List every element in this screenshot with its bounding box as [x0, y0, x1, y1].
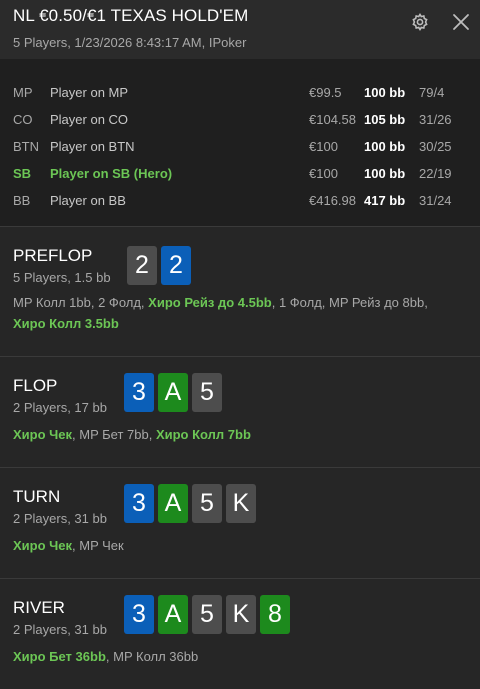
playing-card: A	[158, 484, 188, 523]
hero-action: Хиро Чек	[13, 538, 73, 553]
player-position: SB	[13, 166, 32, 181]
player-stack: €100	[309, 166, 338, 181]
street-info: 2 Players, 31 bb	[13, 622, 107, 637]
player-stack-bb: 105 bb	[364, 112, 406, 127]
player-stats: 31/26	[419, 112, 452, 127]
player-position: CO	[13, 112, 33, 127]
opponent-action: , MP Чек	[72, 538, 124, 553]
playing-card: 8	[260, 595, 290, 634]
player-stats: 30/25	[419, 139, 452, 154]
playing-card: 2	[161, 246, 191, 285]
gear-icon[interactable]	[410, 12, 430, 32]
player-stack: €100	[309, 139, 338, 154]
player-name: Player on SB (Hero)	[50, 166, 173, 181]
player-stats: 79/4	[419, 85, 445, 100]
playing-card: A	[158, 373, 188, 412]
opponent-action: , MP Бет 7bb,	[72, 427, 156, 442]
hero-action: Хиро Рейз до 4.5bb	[148, 295, 272, 310]
playing-card: 5	[192, 484, 222, 523]
street-name: PREFLOP	[13, 246, 93, 265]
street-actions: MP Колл 1bb, 2 Фолд, Хиро Рейз до 4.5bb,…	[13, 292, 473, 334]
player-stack: €416.98	[309, 193, 356, 208]
street-info: 5 Players, 1.5 bb	[13, 270, 111, 285]
player-stats: 22/19	[419, 166, 452, 181]
player-stack-bb: 417 bb	[364, 193, 406, 208]
street-actions: Хиро Чек, MP Чек	[13, 535, 473, 556]
player-row[interactable]: MP Player on MP €99.5 100 bb 79/4	[0, 85, 480, 105]
board-cards: 3A5K8	[124, 595, 290, 634]
street-flop: FLOP 2 Players, 17 bb 3A5 Хиро Чек, MP Б…	[0, 357, 480, 467]
playing-card: 5	[192, 373, 222, 412]
playing-card: 5	[192, 595, 222, 634]
playing-card: 3	[124, 484, 154, 523]
hand-title: NL €0.50/€1 TEXAS HOLD'EM	[13, 6, 249, 25]
street-name: FLOP	[13, 376, 58, 395]
player-stack-bb: 100 bb	[364, 139, 406, 154]
player-position: BTN	[13, 139, 39, 154]
opponent-action: , MP Колл 36bb	[105, 649, 199, 664]
player-name: Player on CO	[50, 112, 129, 127]
street-actions: Хиро Чек, MP Бет 7bb, Хиро Колл 7bb	[13, 424, 473, 445]
board-cards: 3A5K	[124, 484, 256, 523]
player-row[interactable]: CO Player on CO €104.58 105 bb 31/26	[0, 112, 480, 132]
street-info: 2 Players, 17 bb	[13, 400, 107, 415]
opponent-action: 2 Фолд,	[98, 295, 149, 310]
street-turn: TURN 2 Players, 31 bb 3A5K Хиро Чек, MP …	[0, 468, 480, 578]
hero-action: Хиро Колл 3.5bb	[13, 316, 119, 331]
opponent-action: MP Рейз до 8bb,	[329, 295, 428, 310]
playing-card: 3	[124, 595, 154, 634]
playing-card: 2	[127, 246, 157, 285]
close-icon[interactable]	[450, 11, 472, 33]
street-name: TURN	[13, 487, 61, 506]
player-stack: €104.58	[309, 112, 356, 127]
player-name: Player on MP	[50, 85, 129, 100]
player-name: Player on BB	[50, 193, 126, 208]
player-stats: 31/24	[419, 193, 452, 208]
board-cards: 3A5	[124, 373, 222, 412]
hand-header: NL €0.50/€1 TEXAS HOLD'EM 5 Players, 1/2…	[0, 0, 480, 59]
player-position: MP	[13, 85, 33, 100]
playing-card: A	[158, 595, 188, 634]
player-row[interactable]: BB Player on BB €416.98 417 bb 31/24	[0, 193, 480, 213]
player-name: Player on BTN	[50, 139, 135, 154]
hero-action: Хиро Чек	[13, 427, 73, 442]
opponent-action: MP Колл 1bb,	[13, 295, 99, 310]
hand-subtitle: 5 Players, 1/23/2026 8:43:17 AM, IPoker	[13, 35, 247, 50]
players-table: MP Player on MP €99.5 100 bb 79/4 CO Player on…	[0, 59, 480, 226]
playing-card: K	[226, 484, 256, 523]
opponent-action: , 1 Фолд,	[271, 295, 330, 310]
street-actions: Хиро Бет 36bb, MP Колл 36bb	[13, 646, 473, 667]
street-name: RIVER	[13, 598, 65, 617]
street-info: 2 Players, 31 bb	[13, 511, 107, 526]
hero-hole-cards: 22	[127, 246, 191, 285]
player-position: BB	[13, 193, 31, 208]
player-stack-bb: 100 bb	[364, 85, 406, 100]
playing-card: 3	[124, 373, 154, 412]
street-preflop: PREFLOP 5 Players, 1.5 bb 22 MP Колл 1bb…	[0, 227, 480, 356]
player-row[interactable]: SB Player on SB (Hero) €100 100 bb 22/19	[0, 166, 480, 186]
player-stack-bb: 100 bb	[364, 166, 406, 181]
hero-action: Хиро Колл 7bb	[155, 427, 251, 442]
player-stack: €99.5	[309, 85, 342, 100]
player-row[interactable]: BTN Player on BTN €100 100 bb 30/25	[0, 139, 480, 159]
street-river: RIVER 2 Players, 31 bb 3A5K8 Хиро Бет 36…	[0, 579, 480, 689]
playing-card: K	[226, 595, 256, 634]
hero-action: Хиро Бет 36bb	[13, 649, 106, 664]
